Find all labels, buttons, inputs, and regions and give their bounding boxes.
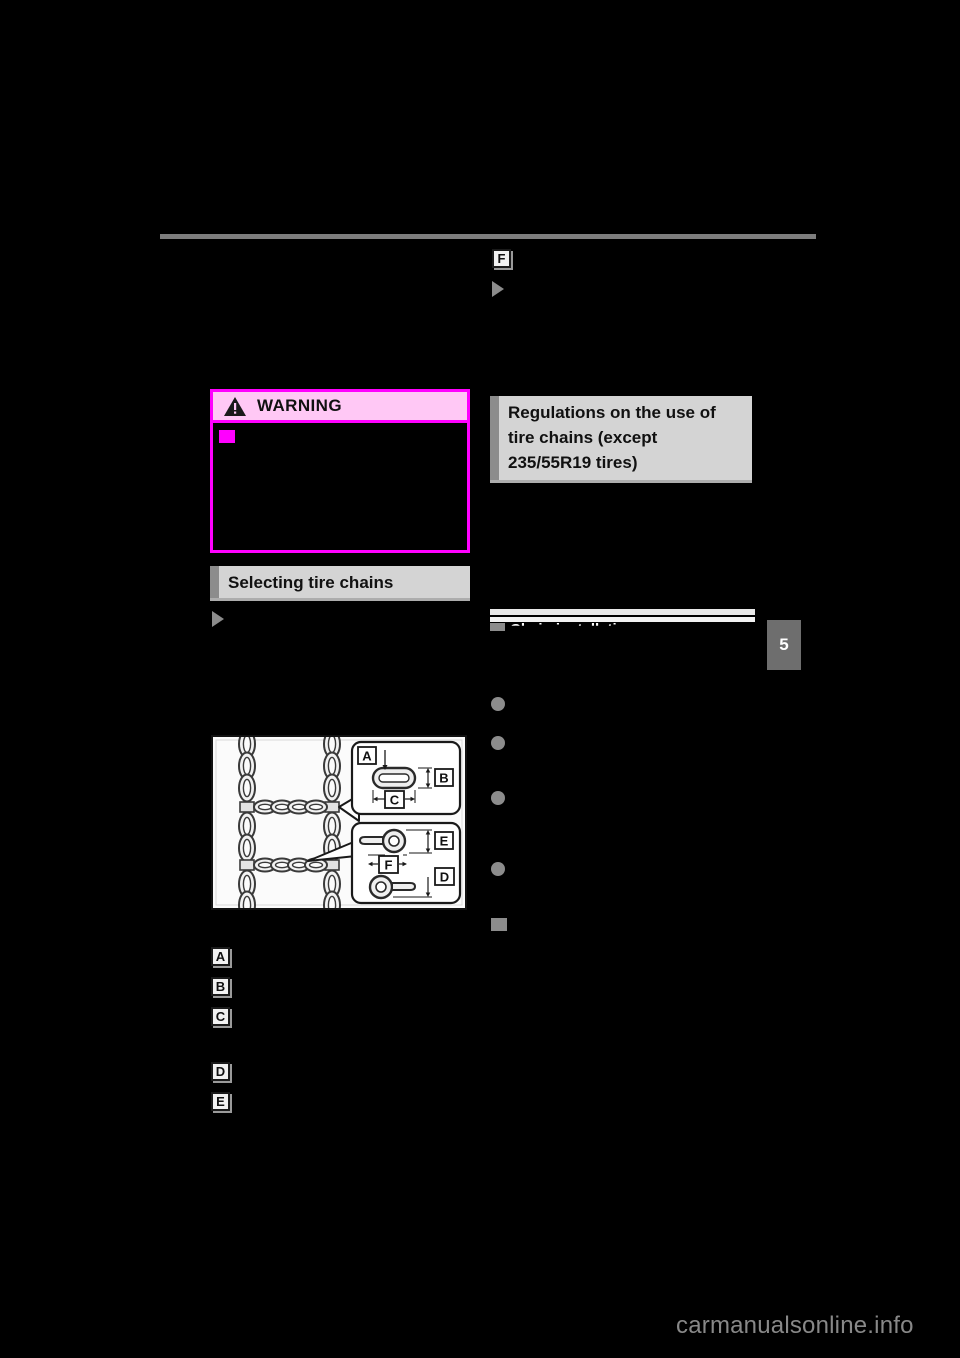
subsection-square-icon — [490, 623, 505, 631]
heading-selecting-tire-chains: Selecting tire chains — [210, 566, 470, 598]
heading-accent-bar — [210, 566, 219, 598]
letter-marker-a: A — [211, 947, 230, 966]
triangle-marker-right — [492, 281, 504, 297]
svg-text:C: C — [390, 793, 400, 808]
letter-marker-b: B — [211, 977, 230, 996]
subsection-title: Chain installation — [510, 621, 636, 631]
letter-marker-d: D — [211, 1062, 230, 1081]
heading-regulations-text: Regulations on the use of tire chains (e… — [508, 403, 716, 472]
list-item-bullet — [491, 697, 505, 711]
letter-marker-f: F — [492, 249, 511, 268]
tire-chain-diagram: A B C E F D — [211, 735, 467, 910]
list-item-bullet — [491, 862, 505, 876]
heading-regulations: Regulations on the use of tire chains (e… — [490, 396, 752, 480]
header-rule — [160, 234, 816, 239]
warning-bullet — [219, 430, 235, 443]
subsection-rule-top — [490, 609, 755, 615]
svg-text:B: B — [439, 771, 448, 786]
manual-page: F WARNING Regulations on the use of tire… — [0, 0, 960, 1358]
tire-chain-diagram-svg: A B C E F D — [213, 737, 465, 908]
letter-marker-c: C — [211, 1007, 230, 1026]
list-item-square-bullet — [491, 918, 507, 931]
warning-triangle-icon — [223, 396, 247, 417]
list-item-bullet — [491, 791, 505, 805]
heading-selecting-tire-chains-text: Selecting tire chains — [228, 573, 394, 592]
page-number-tab: 5 — [767, 620, 801, 670]
svg-text:D: D — [440, 870, 449, 885]
warning-box: WARNING — [210, 389, 470, 553]
warning-body — [213, 423, 467, 581]
svg-text:E: E — [440, 834, 449, 849]
triangle-marker-left — [212, 611, 224, 627]
svg-text:F: F — [385, 858, 393, 873]
warning-title: WARNING — [257, 396, 342, 415]
warning-header: WARNING — [213, 392, 467, 423]
heading-accent-bar — [490, 396, 499, 480]
list-item-bullet — [491, 736, 505, 750]
site-watermark: carmanualsonline.info — [676, 1312, 914, 1339]
subsection-chain-installation: Chain installation — [490, 609, 755, 631]
letter-marker-e: E — [211, 1092, 230, 1111]
svg-text:A: A — [362, 749, 372, 764]
